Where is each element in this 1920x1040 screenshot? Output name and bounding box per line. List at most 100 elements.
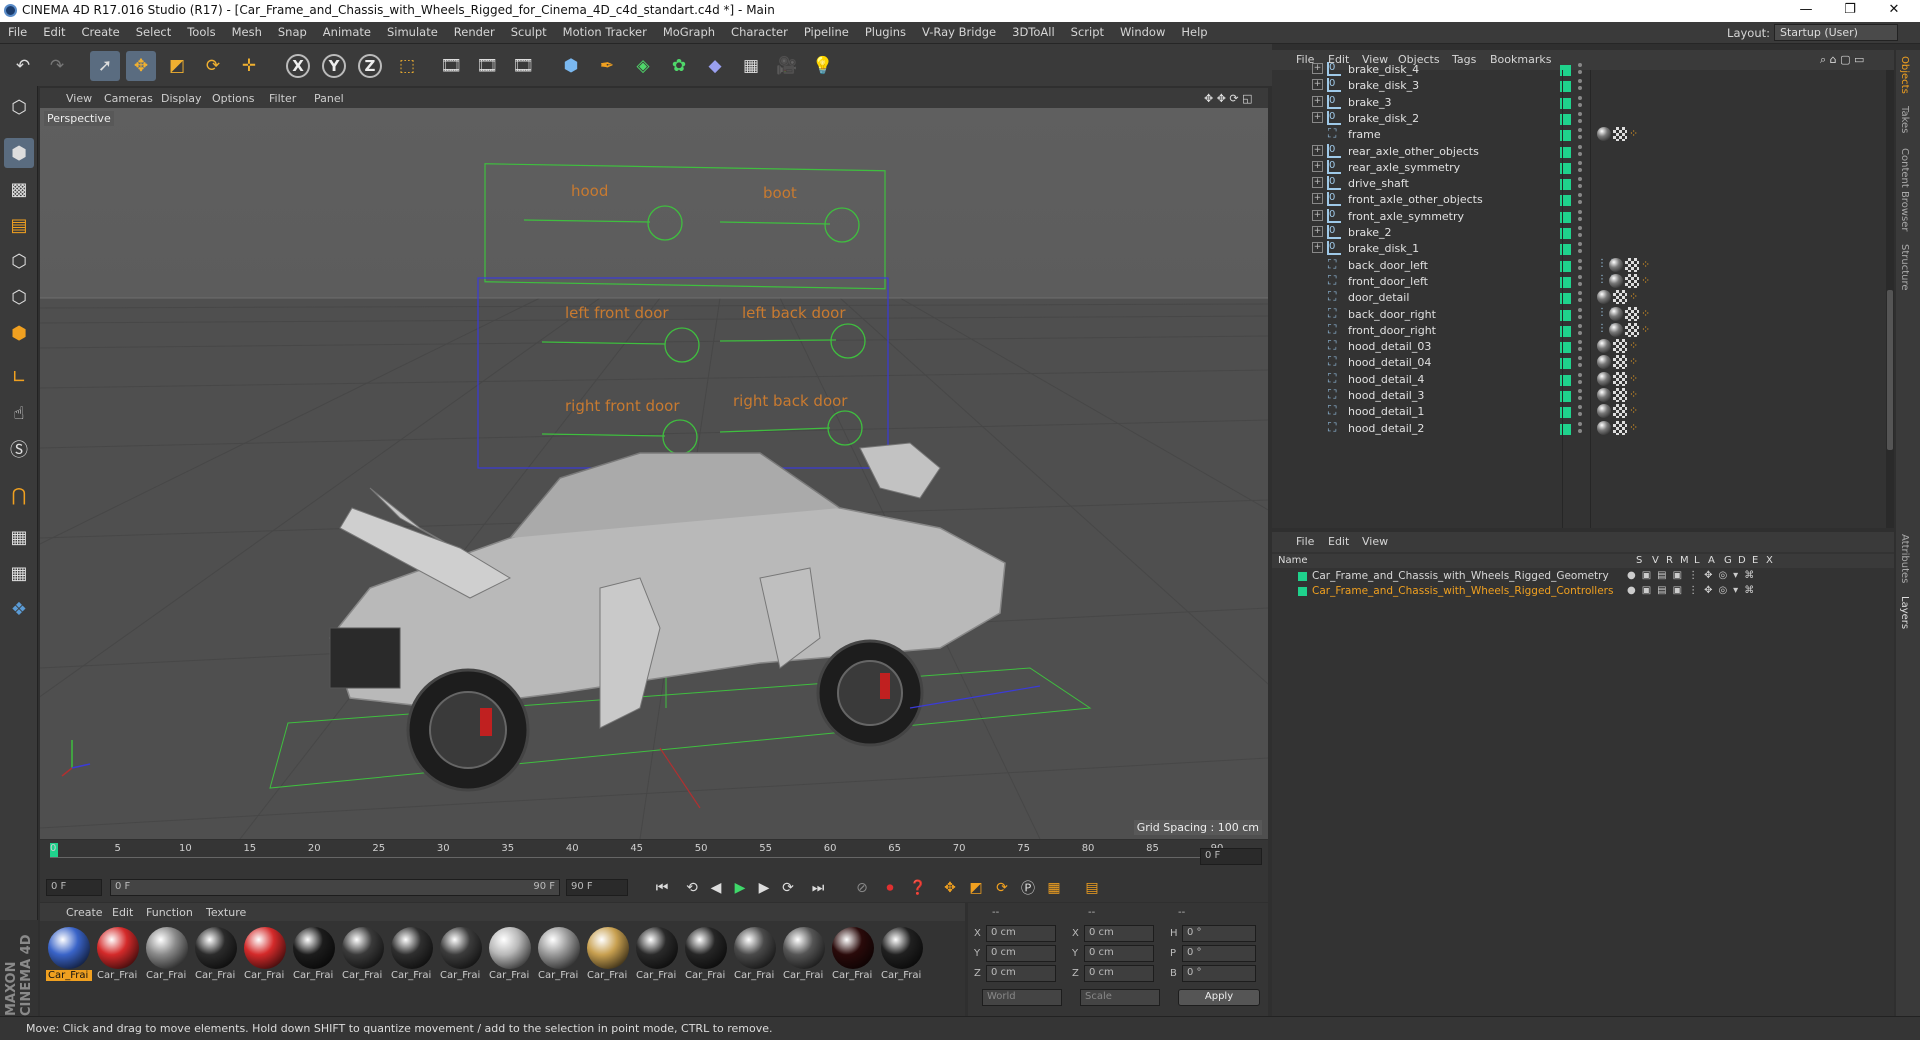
material-tag-icon[interactable] <box>1609 306 1623 321</box>
menu-help[interactable]: Help <box>1173 22 1215 39</box>
material-swatch[interactable]: Car_Frai <box>242 927 288 987</box>
layer-column-header[interactable]: D <box>1738 555 1746 566</box>
live-select-icon[interactable]: ➚ <box>90 51 120 81</box>
menu-file[interactable]: File <box>0 22 35 39</box>
viewport-nav-icons[interactable]: ✥ ✥ ⟳ ◱ <box>1204 92 1253 105</box>
layer-flag-icons[interactable]: ●▣▤▣⋮✥◎▾⌘ <box>1627 585 1760 596</box>
frame-range-slider[interactable]: 0 F 90 F <box>110 879 560 896</box>
material-tag-icon[interactable] <box>1597 420 1611 435</box>
workplane-mode-icon[interactable]: ▤ <box>4 210 34 240</box>
layer-column-header[interactable]: G <box>1724 555 1732 566</box>
menu-3dtoall[interactable]: 3DToAll <box>1004 22 1063 39</box>
viewport-menu-filter[interactable]: Filter <box>269 92 296 105</box>
autokey-icon[interactable]: ❓ <box>906 877 930 899</box>
layer-column-header[interactable]: L <box>1694 555 1700 566</box>
pen-icon[interactable]: ✒ <box>592 51 622 81</box>
x-axis-icon[interactable]: X <box>286 54 310 78</box>
material-swatch[interactable]: Car_Frai <box>291 927 337 987</box>
go-to-start-icon[interactable]: ⏮ <box>650 877 674 899</box>
visibility-dots-icon[interactable] <box>1578 111 1582 126</box>
floor-icon[interactable]: ▦ <box>736 51 766 81</box>
menu-character[interactable]: Character <box>723 22 796 39</box>
texture-tag-icon[interactable] <box>1613 420 1627 435</box>
menu-window[interactable]: Window <box>1112 22 1173 39</box>
tweak-mode-icon[interactable]: ☝ <box>4 398 34 428</box>
key-rotate-icon[interactable]: ⟳ <box>990 877 1014 899</box>
weight-tag-icon[interactable]: ⁘ <box>1629 421 1641 435</box>
material-swatch[interactable]: Car_Frai <box>438 927 484 987</box>
material-swatch[interactable]: Car_Frai <box>144 927 190 987</box>
visibility-dots-icon[interactable] <box>1578 307 1582 322</box>
layer-column-header[interactable]: S <box>1636 555 1642 566</box>
camera-icon[interactable]: 🎥 <box>772 51 802 81</box>
material-tag-icon[interactable] <box>1597 388 1611 402</box>
visibility-dots-icon[interactable] <box>1578 421 1582 436</box>
edges-mode-icon[interactable]: ⬡ <box>4 282 34 312</box>
layer-row[interactable]: Car_Frame_and_Chassis_with_Wheels_Rigged… <box>1272 569 1894 584</box>
make-editable-icon[interactable]: ⬡ <box>4 92 34 122</box>
material-menu-function[interactable]: Function <box>146 906 193 919</box>
ik-chain-icon[interactable]: ⋮⋮ <box>1597 307 1617 321</box>
world-dropdown[interactable]: World <box>982 989 1062 1006</box>
current-frame-field[interactable]: 0 F <box>1200 848 1262 865</box>
viewport-menu-panel[interactable]: Panel <box>314 92 344 105</box>
texture-tag-icon[interactable] <box>1613 355 1627 370</box>
layer-column-header[interactable]: X <box>1766 555 1773 566</box>
visibility-dots-icon[interactable] <box>1578 226 1582 240</box>
menu-mesh[interactable]: Mesh <box>224 22 270 39</box>
tab-objects[interactable]: Objects <box>1899 56 1910 94</box>
timeline-window-icon[interactable]: ▤ <box>1080 877 1104 899</box>
visibility-dots-icon[interactable] <box>1578 128 1582 142</box>
menu-tools[interactable]: Tools <box>179 22 223 39</box>
viewport-menu-view[interactable]: View <box>66 92 92 105</box>
texture-tag-icon[interactable] <box>1613 371 1627 386</box>
material-swatch[interactable]: Car_Frai <box>536 927 582 987</box>
menu-animate[interactable]: Animate <box>315 22 379 39</box>
weight-tag-icon[interactable]: ⁘ <box>1641 274 1653 288</box>
expand-toggle-icon[interactable]: + <box>1312 160 1323 172</box>
minimize-button[interactable]: — <box>1786 0 1826 22</box>
material-tag-icon[interactable] <box>1597 339 1611 354</box>
key-move-icon[interactable]: ✥ <box>938 877 962 899</box>
weight-tag-icon[interactable]: ⁘ <box>1641 307 1653 321</box>
coord-value-field[interactable]: 0 cm <box>986 965 1056 982</box>
key-scale-icon[interactable]: ◩ <box>964 877 988 899</box>
material-tag-icon[interactable] <box>1597 404 1611 419</box>
snap-icon[interactable]: Ⓢ <box>4 434 34 464</box>
key-param-icon[interactable]: Ⓟ <box>1016 877 1040 899</box>
visibility-dots-icon[interactable] <box>1578 356 1582 370</box>
3d-viewport[interactable]: hood boot left front door left back door… <box>40 108 1268 839</box>
menu-script[interactable]: Script <box>1063 22 1112 39</box>
render-picture-icon[interactable]: 🎞 <box>472 51 502 81</box>
visibility-dots-icon[interactable] <box>1578 242 1582 256</box>
points-mode-icon[interactable]: ⬡ <box>4 246 34 276</box>
coord-system-icon[interactable]: ⬚ <box>392 51 422 81</box>
material-swatch[interactable]: Car_Frai <box>683 927 729 987</box>
material-swatch[interactable]: Car_Frai <box>732 927 778 987</box>
layer-menu-view[interactable]: View <box>1362 535 1388 548</box>
layer-column-header[interactable]: M <box>1680 555 1689 566</box>
keyframe-mode-icon[interactable]: ⊘ <box>850 877 874 899</box>
visibility-dots-icon[interactable] <box>1578 95 1582 110</box>
menu-edit[interactable]: Edit <box>35 22 73 39</box>
menu-create[interactable]: Create <box>74 22 128 39</box>
material-swatch[interactable]: Car_Frai <box>46 927 92 987</box>
model-mode-icon[interactable]: ⬢ <box>4 138 34 168</box>
tab-takes[interactable]: Takes <box>1899 106 1910 133</box>
maximize-button[interactable]: ❐ <box>1830 0 1870 22</box>
visibility-dots-icon[interactable] <box>1578 63 1582 77</box>
material-tag-icon[interactable] <box>1609 322 1623 337</box>
end-frame-field[interactable]: 90 F <box>566 879 628 896</box>
texture-tag-icon[interactable] <box>1613 388 1627 402</box>
weight-tag-icon[interactable]: ⁘ <box>1629 388 1641 402</box>
subdivision-icon[interactable]: ◈ <box>628 51 658 81</box>
texture-tag-icon[interactable] <box>1625 306 1639 321</box>
grid-tool-icon[interactable]: ▦ <box>4 558 34 588</box>
weight-tag-icon[interactable]: ⁘ <box>1641 258 1653 272</box>
python-icon[interactable]: ❖ <box>4 594 34 624</box>
visibility-dots-icon[interactable] <box>1578 372 1582 387</box>
texture-tag-icon[interactable] <box>1625 273 1639 288</box>
texture-mode-icon[interactable]: ▩ <box>4 174 34 204</box>
render-settings-icon[interactable]: 🎞 <box>508 51 538 81</box>
material-menu-texture[interactable]: Texture <box>206 906 246 919</box>
